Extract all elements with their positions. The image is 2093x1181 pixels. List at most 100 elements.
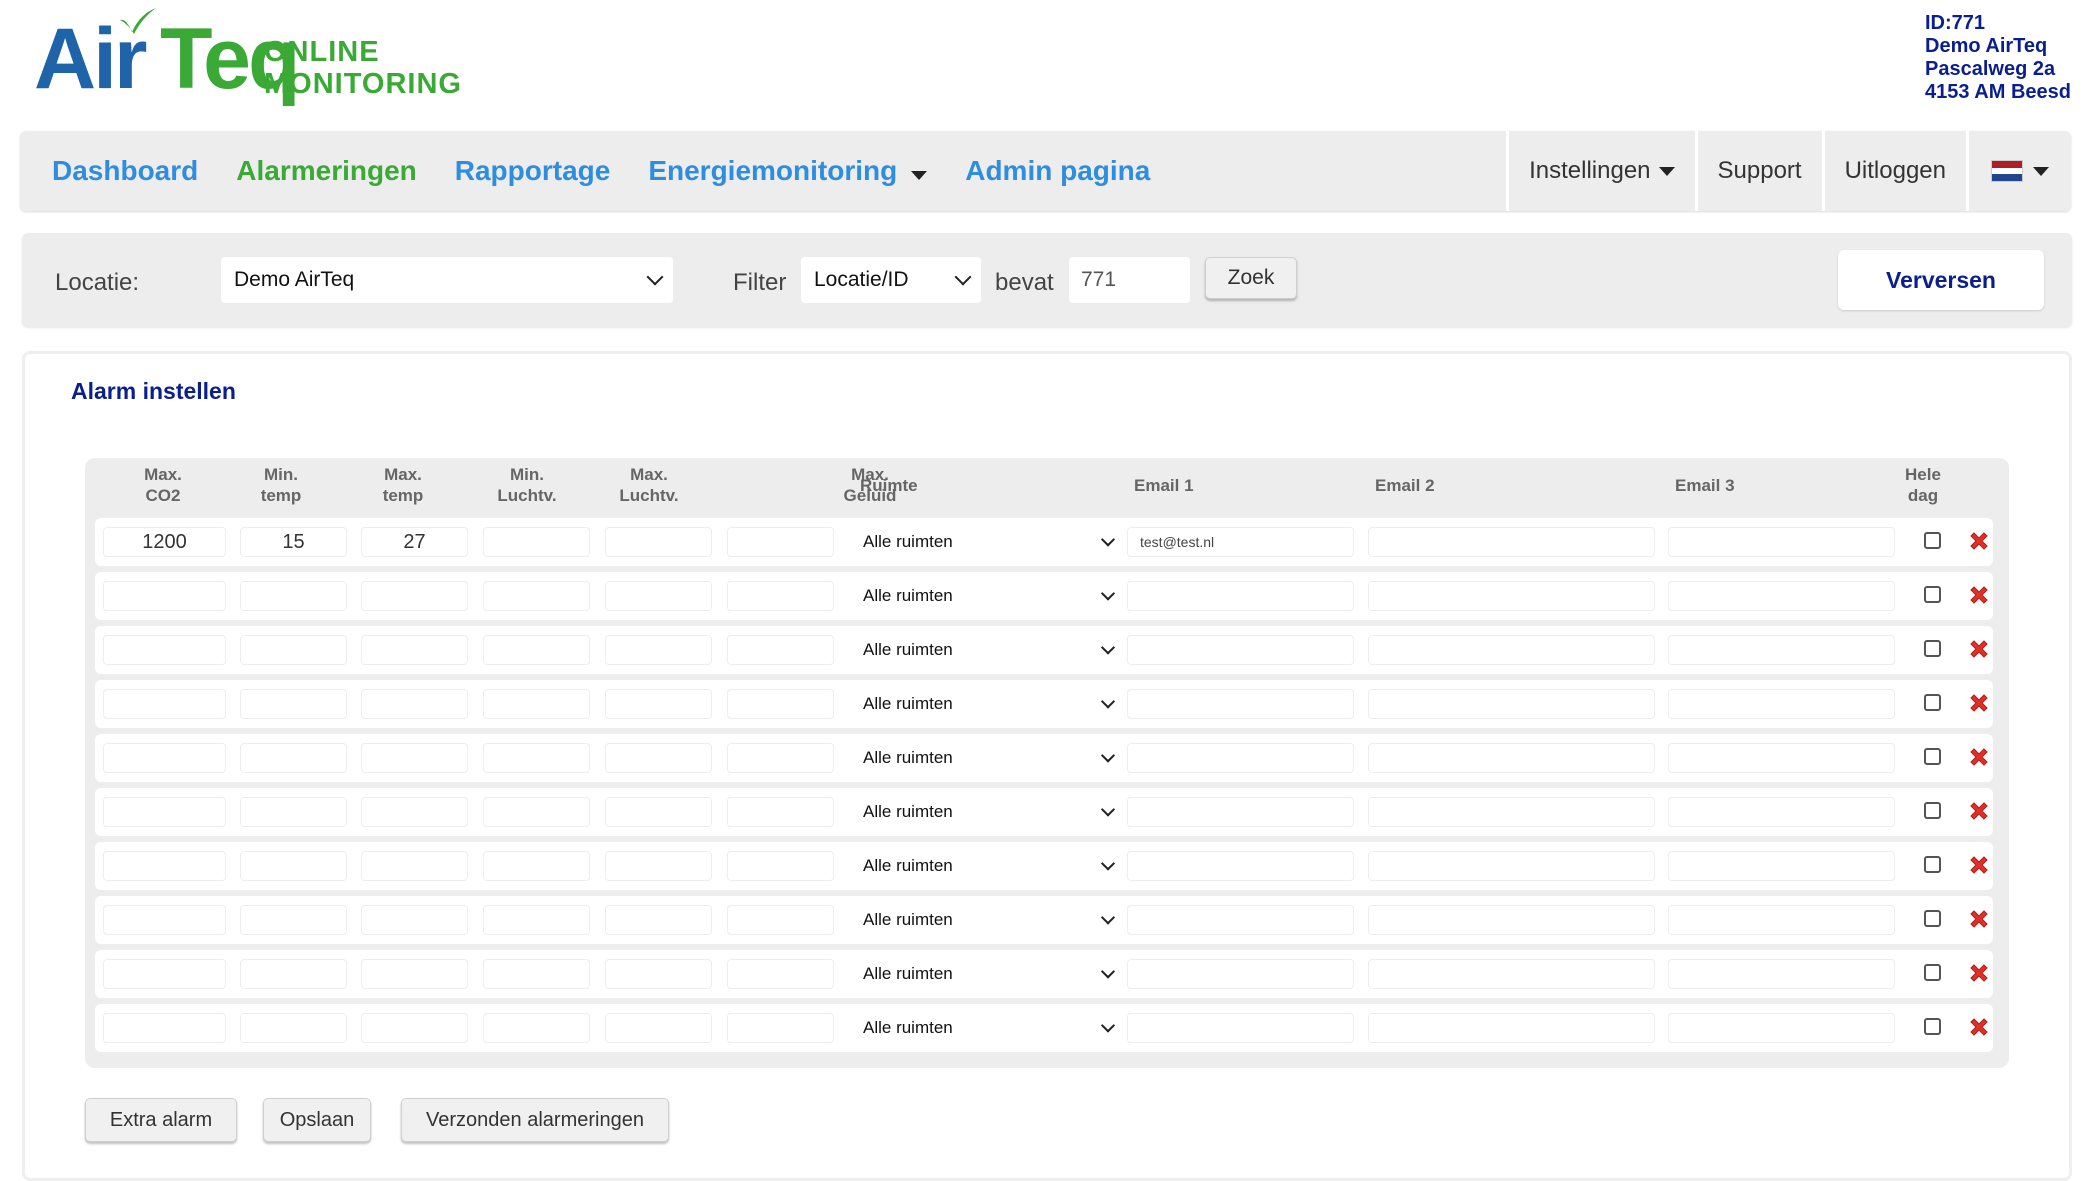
email3-input[interactable]: [1668, 581, 1895, 611]
email2-input[interactable]: [1368, 1013, 1655, 1043]
max-co2-input[interactable]: 1200: [103, 527, 226, 557]
refresh-button[interactable]: Verversen: [1838, 250, 2044, 310]
min-humidity-input[interactable]: [483, 743, 590, 773]
max-noise-input[interactable]: [727, 743, 834, 773]
max-humidity-input[interactable]: [605, 581, 712, 611]
min-temp-input[interactable]: [240, 581, 347, 611]
nav-rapportage[interactable]: Rapportage: [455, 155, 611, 187]
delete-icon[interactable]: [1966, 798, 1992, 824]
all-day-checkbox[interactable]: [1924, 802, 1941, 819]
min-temp-input[interactable]: 15: [240, 527, 347, 557]
min-temp-input[interactable]: [240, 797, 347, 827]
nav-admin-pagina[interactable]: Admin pagina: [965, 155, 1150, 187]
room-select[interactable]: Alle ruimten: [857, 581, 1119, 611]
email1-input[interactable]: [1127, 959, 1354, 989]
all-day-checkbox[interactable]: [1924, 694, 1941, 711]
max-humidity-input[interactable]: [605, 797, 712, 827]
delete-icon[interactable]: [1966, 852, 1992, 878]
max-co2-input[interactable]: [103, 851, 226, 881]
max-noise-input[interactable]: [727, 1013, 834, 1043]
room-select[interactable]: Alle ruimten: [857, 905, 1119, 935]
max-co2-input[interactable]: [103, 1013, 226, 1043]
max-co2-input[interactable]: [103, 689, 226, 719]
all-day-checkbox[interactable]: [1924, 964, 1941, 981]
search-input[interactable]: 771: [1069, 257, 1190, 303]
max-temp-input[interactable]: [361, 689, 468, 719]
delete-icon[interactable]: [1966, 1014, 1992, 1040]
email2-input[interactable]: [1368, 527, 1655, 557]
max-humidity-input[interactable]: [605, 851, 712, 881]
room-select[interactable]: Alle ruimten: [857, 1013, 1119, 1043]
email2-input[interactable]: [1368, 635, 1655, 665]
email1-input[interactable]: [1127, 851, 1354, 881]
all-day-checkbox[interactable]: [1924, 640, 1941, 657]
min-temp-input[interactable]: [240, 635, 347, 665]
airteq-logo[interactable]: Air Teq ONLINE MONITORING: [34, 8, 461, 108]
email1-input[interactable]: [1127, 743, 1354, 773]
email2-input[interactable]: [1368, 797, 1655, 827]
max-humidity-input[interactable]: [605, 689, 712, 719]
min-humidity-input[interactable]: [483, 527, 590, 557]
room-select[interactable]: Alle ruimten: [857, 959, 1119, 989]
email3-input[interactable]: [1668, 635, 1895, 665]
email1-input[interactable]: [1127, 905, 1354, 935]
delete-icon[interactable]: [1966, 906, 1992, 932]
email1-input[interactable]: [1127, 581, 1354, 611]
min-temp-input[interactable]: [240, 851, 347, 881]
max-temp-input[interactable]: [361, 635, 468, 665]
email3-input[interactable]: [1668, 527, 1895, 557]
search-button[interactable]: Zoek: [1205, 257, 1297, 299]
email3-input[interactable]: [1668, 959, 1895, 989]
email3-input[interactable]: [1668, 851, 1895, 881]
min-humidity-input[interactable]: [483, 635, 590, 665]
max-humidity-input[interactable]: [605, 743, 712, 773]
email2-input[interactable]: [1368, 905, 1655, 935]
email1-input[interactable]: test@test.nl: [1127, 527, 1354, 557]
email3-input[interactable]: [1668, 1013, 1895, 1043]
email2-input[interactable]: [1368, 851, 1655, 881]
max-noise-input[interactable]: [727, 905, 834, 935]
max-co2-input[interactable]: [103, 743, 226, 773]
room-select[interactable]: Alle ruimten: [857, 797, 1119, 827]
max-temp-input[interactable]: [361, 743, 468, 773]
min-temp-input[interactable]: [240, 689, 347, 719]
nav-instellingen-dropdown[interactable]: Instellingen: [1506, 131, 1694, 211]
max-temp-input[interactable]: [361, 905, 468, 935]
max-temp-input[interactable]: [361, 581, 468, 611]
min-humidity-input[interactable]: [483, 959, 590, 989]
min-temp-input[interactable]: [240, 905, 347, 935]
max-co2-input[interactable]: [103, 797, 226, 827]
min-temp-input[interactable]: [240, 959, 347, 989]
delete-icon[interactable]: [1966, 636, 1992, 662]
delete-icon[interactable]: [1966, 582, 1992, 608]
max-temp-input[interactable]: [361, 797, 468, 827]
email2-input[interactable]: [1368, 743, 1655, 773]
email1-input[interactable]: [1127, 797, 1354, 827]
nav-energiemonitoring-dropdown[interactable]: Energiemonitoring: [648, 155, 928, 187]
email2-input[interactable]: [1368, 959, 1655, 989]
email2-input[interactable]: [1368, 689, 1655, 719]
email3-input[interactable]: [1668, 797, 1895, 827]
room-select[interactable]: Alle ruimten: [857, 527, 1119, 557]
email2-input[interactable]: [1368, 581, 1655, 611]
max-temp-input[interactable]: [361, 1013, 468, 1043]
min-temp-input[interactable]: [240, 1013, 347, 1043]
max-noise-input[interactable]: [727, 689, 834, 719]
nav-energiemonitoring[interactable]: Energiemonitoring: [648, 155, 897, 186]
max-co2-input[interactable]: [103, 959, 226, 989]
all-day-checkbox[interactable]: [1924, 748, 1941, 765]
all-day-checkbox[interactable]: [1924, 910, 1941, 927]
min-temp-input[interactable]: [240, 743, 347, 773]
email1-input[interactable]: [1127, 1013, 1354, 1043]
max-humidity-input[interactable]: [605, 635, 712, 665]
room-select[interactable]: Alle ruimten: [857, 689, 1119, 719]
max-humidity-input[interactable]: [605, 959, 712, 989]
room-select[interactable]: Alle ruimten: [857, 743, 1119, 773]
email1-input[interactable]: [1127, 635, 1354, 665]
room-select[interactable]: Alle ruimten: [857, 635, 1119, 665]
nav-dashboard[interactable]: Dashboard: [52, 155, 198, 187]
max-humidity-input[interactable]: [605, 1013, 712, 1043]
nav-uitloggen[interactable]: Uitloggen: [1821, 131, 1966, 211]
max-noise-input[interactable]: [727, 527, 834, 557]
max-noise-input[interactable]: [727, 851, 834, 881]
